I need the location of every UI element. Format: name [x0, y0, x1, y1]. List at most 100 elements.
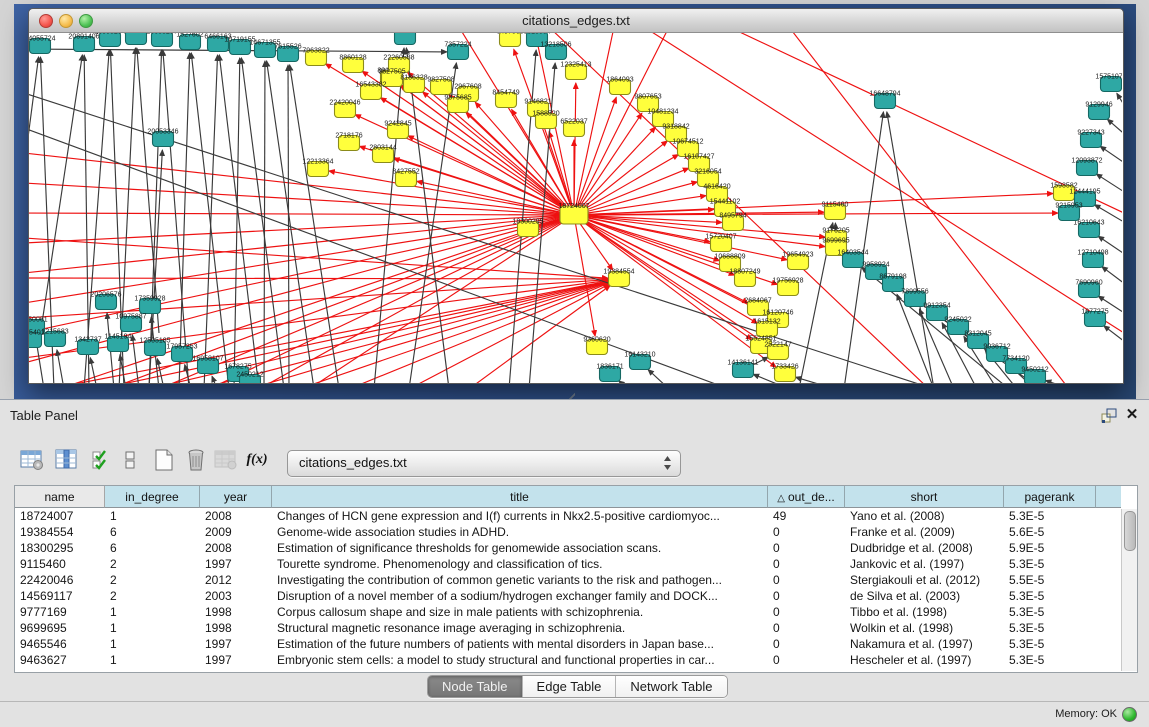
- table-cell: 1: [105, 652, 200, 668]
- table-row[interactable]: 911546021997Tourette syndrome. Phenomeno…: [15, 556, 1120, 572]
- column-header-label: year: [224, 490, 247, 504]
- table-row[interactable]: 946362711997Embryonic stem cells: a mode…: [15, 652, 1120, 668]
- function-builder-button[interactable]: f(x): [243, 445, 271, 475]
- table-cell: 5.6E-5: [1004, 524, 1096, 540]
- table-cell: Tourette syndrome. Phenomenology and cla…: [272, 556, 768, 572]
- table-row[interactable]: 2242004622012Investigating the contribut…: [15, 572, 1120, 588]
- table-cell: 5.3E-5: [1004, 604, 1096, 620]
- graph-node-label: 17359928: [134, 296, 165, 303]
- graph-node-label: 9129946: [1085, 102, 1112, 109]
- column-header-in_degree[interactable]: in_degree: [105, 486, 200, 508]
- delete-column-button[interactable]: [182, 445, 210, 475]
- dropdown-arrows-icon: [663, 455, 672, 471]
- status-bar: Memory: OK: [0, 701, 1149, 727]
- graph-node-label: 10481234: [647, 109, 678, 116]
- column-header-filler: [1096, 486, 1121, 508]
- graph-node-label: 9176205: [822, 228, 849, 235]
- graph-node-label: 10674512: [672, 139, 703, 146]
- graph-node-label: 16403544: [837, 250, 868, 257]
- tab-network-table[interactable]: Network Table: [616, 676, 726, 697]
- column-header-short[interactable]: short: [845, 486, 1004, 508]
- table-row[interactable]: 1830029562008Estimation of significance …: [15, 540, 1120, 556]
- graph-node[interactable]: [126, 33, 147, 45]
- graph-node-label: 16143210: [624, 352, 655, 359]
- table-cell: 1998: [200, 604, 272, 620]
- table-scrollbar[interactable]: [1121, 509, 1137, 671]
- memory-status-icon[interactable]: [1122, 707, 1137, 722]
- column-header-out_de[interactable]: △out_de...: [768, 486, 845, 508]
- column-header-name[interactable]: name: [15, 486, 105, 508]
- column-header-label: short: [911, 490, 938, 504]
- graph-node-label: 8312045: [964, 331, 991, 338]
- new-document-icon: [152, 448, 176, 472]
- new-column-button[interactable]: [150, 445, 178, 475]
- network-canvas-container: 1872400718300295193845547963822886012889…: [29, 33, 1122, 383]
- table-row[interactable]: 1938455462009Genome-wide association stu…: [15, 524, 1120, 540]
- close-panel-icon[interactable]: ✕: [1124, 406, 1140, 424]
- graph-node-label: 9827508: [427, 77, 454, 84]
- column-header-year[interactable]: year: [200, 486, 272, 508]
- table-cell: 9463627: [15, 652, 105, 668]
- table-cell: 2003: [200, 588, 272, 604]
- tab-node-table[interactable]: Node Table: [428, 676, 523, 697]
- table-cell: 1: [105, 508, 200, 524]
- network-canvas[interactable]: 1872400718300295193845547963822886012889…: [29, 33, 1122, 383]
- table-tabs: Node TableEdge TableNetwork Table: [427, 675, 728, 698]
- table-cell: 6: [105, 524, 200, 540]
- graph-node-label: 10688809: [714, 254, 745, 261]
- column-header-pagerank[interactable]: pagerank: [1004, 486, 1096, 508]
- table-cell: 0: [768, 636, 845, 652]
- network-window-titlebar[interactable]: citations_edges.txt: [29, 9, 1123, 33]
- table-row[interactable]: 946554611997Estimation of the future num…: [15, 636, 1120, 652]
- graph-node-label: 8679198: [879, 274, 906, 281]
- graph-node-label: 1527602: [176, 33, 203, 39]
- table-cell: 1: [105, 604, 200, 620]
- row-options-button[interactable]: [116, 445, 144, 475]
- float-panel-icon[interactable]: [1100, 407, 1118, 425]
- show-column-button[interactable]: [53, 445, 81, 475]
- graph-node-label: 1836171: [596, 364, 623, 371]
- table-panel-title: Table Panel: [10, 408, 78, 423]
- graph-node-label: 14136141: [727, 360, 758, 367]
- table-cell: 0: [768, 652, 845, 668]
- table-cell: 5.3E-5: [1004, 556, 1096, 572]
- graph-node-label: 12325413: [560, 62, 591, 69]
- graph-node-label: 7734120: [1002, 356, 1029, 363]
- tab-edge-table[interactable]: Edge Table: [523, 676, 617, 697]
- table-body: 1872400712008Changes of HCN gene express…: [15, 508, 1121, 670]
- graph-node-label: 2450212: [236, 372, 263, 379]
- table-select-value: citations_edges.txt: [299, 451, 407, 475]
- graph-node-label: 1215683: [41, 329, 68, 336]
- table-cell: 2009: [200, 524, 272, 540]
- scrollbar-thumb[interactable]: [1124, 511, 1136, 551]
- function-icon: f(x): [247, 452, 268, 468]
- select-columns-button[interactable]: [88, 445, 116, 475]
- column-header-label: title: [510, 490, 529, 504]
- graph-node-label: 10653287: [146, 33, 177, 36]
- table-row[interactable]: 969969511998Structural magnetic resonanc…: [15, 620, 1120, 636]
- graph-node-label: 22420046: [329, 100, 360, 107]
- graph-node-label: 9227343: [1077, 130, 1104, 137]
- graph-node-label: 7963822: [302, 48, 329, 55]
- table-row[interactable]: 1872400712008Changes of HCN gene express…: [15, 508, 1120, 524]
- trash-icon: [184, 448, 208, 472]
- table-row[interactable]: 977716911998Corpus callosum shape and si…: [15, 604, 1120, 620]
- graph-node-label: 2718176: [335, 133, 362, 140]
- graph-node-label: 7350061: [29, 317, 48, 324]
- graph-node-label: 1342737: [74, 337, 101, 344]
- graph-node-label: 15441102: [710, 199, 741, 206]
- column-header-title[interactable]: title: [272, 486, 768, 508]
- table-cell: 9699695: [15, 620, 105, 636]
- graph-node-label: 8813054: [523, 33, 550, 36]
- table-select-dropdown[interactable]: citations_edges.txt: [287, 450, 681, 477]
- table-row[interactable]: 1456911722003Disruption of a novel membe…: [15, 588, 1120, 604]
- table-cell: 2: [105, 588, 200, 604]
- graph-node-label: 2522147: [764, 342, 791, 349]
- table-mode-button[interactable]: [18, 445, 46, 475]
- app-window: citations_edges.txt 18724007183002951938…: [0, 0, 1149, 727]
- table-cell: 18300295: [15, 540, 105, 556]
- graph-node-label: 9699695: [822, 238, 849, 245]
- graph-node-label: 19384554: [603, 269, 634, 276]
- graph-node[interactable]: [395, 33, 416, 45]
- network-window[interactable]: citations_edges.txt 18724007183002951938…: [28, 8, 1124, 384]
